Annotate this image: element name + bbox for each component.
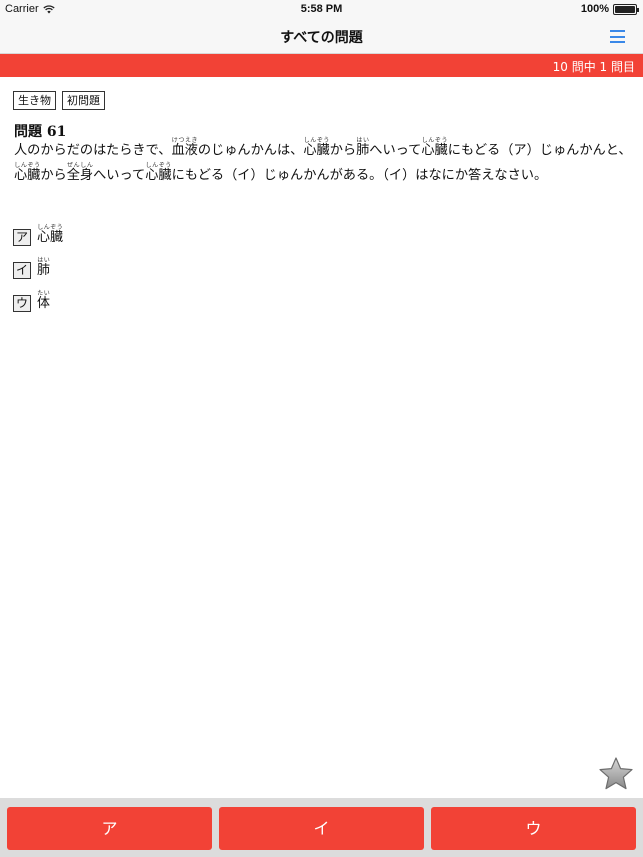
nav-bar: すべての問題 [0, 20, 643, 54]
clock: 5:58 PM [300, 3, 343, 15]
choice-list: ア 心臓しんぞう イ 肺はい ウ 体たい [13, 214, 63, 313]
answer-button-i[interactable]: イ [219, 807, 424, 850]
choice-key: ウ [13, 295, 31, 312]
answer-button-u[interactable]: ウ [431, 807, 636, 850]
tag-level: 初問題 [62, 91, 105, 110]
progress-text: 10 問中 1 問目 [552, 60, 635, 74]
choice-item: ウ 体たい [13, 280, 63, 313]
ruby-heart-2: 心臓しんぞう [421, 137, 448, 158]
tag-list: 生き物 初問題 [13, 91, 105, 110]
ruby-lung: 肺はい [356, 137, 370, 158]
star-icon[interactable] [598, 756, 634, 792]
choice-item: ア 心臓しんぞう [13, 214, 63, 247]
answer-button-a[interactable]: ア [7, 807, 212, 850]
menu-icon[interactable] [610, 30, 625, 43]
battery-percent: 100% [580, 3, 609, 15]
choice-item: イ 肺はい [13, 247, 63, 280]
ruby-heart-4: 心臓しんぞう [145, 162, 172, 183]
status-bar: Carrier 5:58 PM 100% [0, 0, 643, 20]
page-title: すべての問題 [280, 30, 363, 46]
choice-text: 体たい [37, 290, 51, 311]
ruby-blood: 血けつ [171, 137, 185, 158]
choice-key: イ [13, 262, 31, 279]
choice-key: ア [13, 229, 31, 246]
ruby-heart-3: 心臓しんぞう [14, 162, 41, 183]
answer-bar: ア イ ウ [0, 798, 643, 857]
ruby-heart-1: 心臓しんぞう [303, 137, 330, 158]
choice-text: 心臓しんぞう [37, 224, 64, 245]
tag-category: 生き物 [13, 91, 56, 110]
question-text: 人のからだのはたらきで、血けつ液えきのじゅんかんは、心臓しんぞうから肺はいへいっ… [14, 137, 632, 183]
ruby-whole-body: 全身ぜんしん [66, 162, 94, 183]
choice-text: 肺はい [37, 257, 51, 278]
battery-icon [613, 3, 639, 15]
progress-banner: 10 問中 1 問目 [0, 54, 643, 77]
ruby-liquid: 液えき [184, 137, 198, 158]
